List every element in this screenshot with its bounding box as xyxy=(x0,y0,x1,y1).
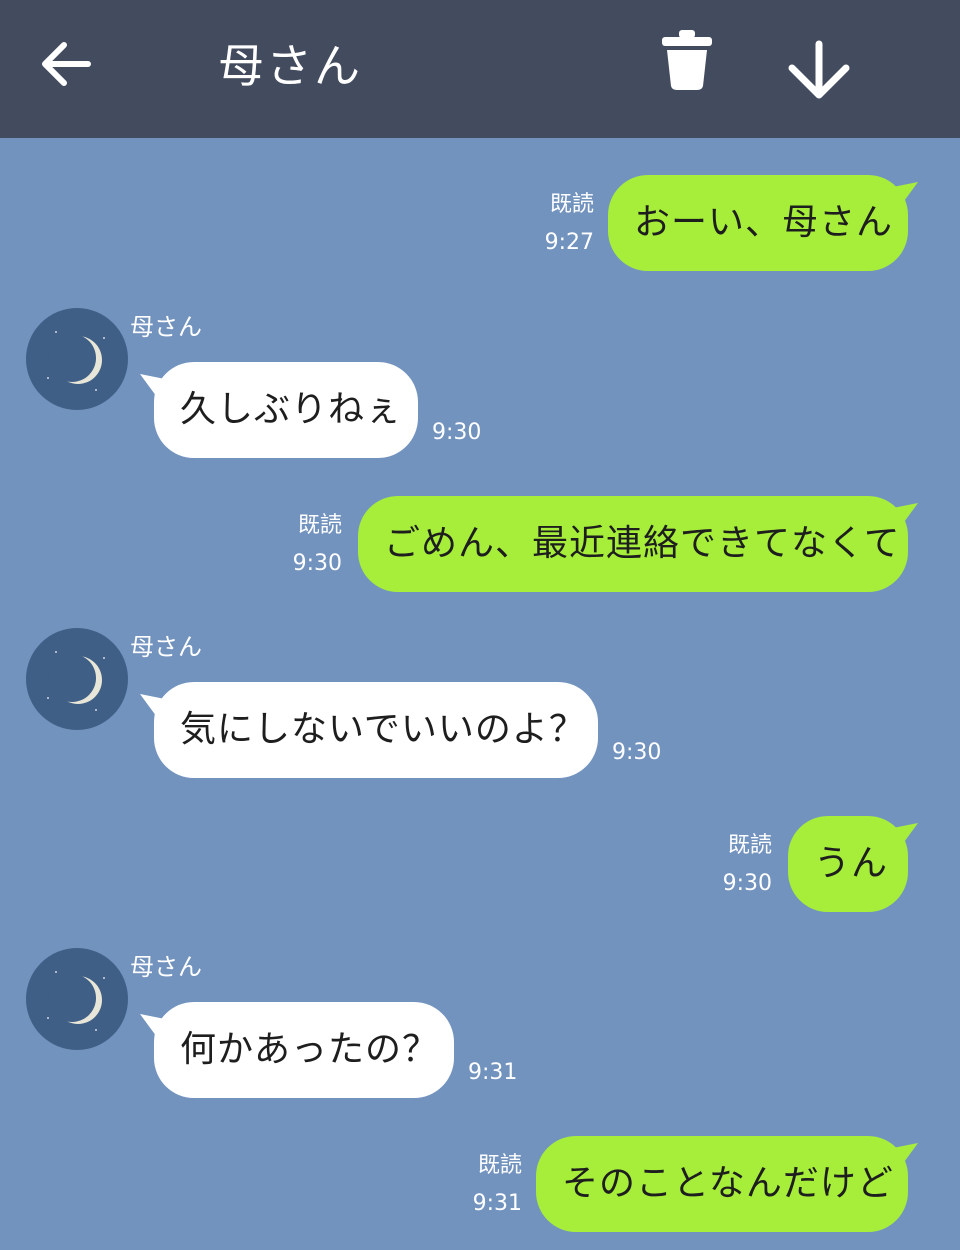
message-time: 9:31 xyxy=(472,1191,522,1216)
message-text: 何かあったの？ xyxy=(180,1029,440,1070)
incoming-message-bubble[interactable]: 何かあったの？ xyxy=(154,1002,454,1098)
message-text: うん xyxy=(814,843,889,884)
incoming-message-bubble[interactable]: 気にしないでいいのよ？ xyxy=(154,682,598,778)
message-meta: 既読 9:27 xyxy=(520,186,594,262)
read-receipt: 既読 xyxy=(727,833,772,858)
chat-title: 母さん xyxy=(218,39,362,93)
message-meta: 既読 9:30 xyxy=(268,507,342,583)
chat-header: 母さん xyxy=(0,0,960,138)
sender-name: 母さん xyxy=(130,633,202,661)
contact-avatar[interactable] xyxy=(26,948,128,1050)
message-meta: 既読 9:31 xyxy=(448,1147,522,1223)
message-text: そのことなんだけど xyxy=(562,1163,894,1204)
contact-avatar[interactable] xyxy=(26,308,128,410)
bubble-tail xyxy=(888,823,918,853)
message-time: 9:27 xyxy=(544,230,594,255)
bubble-tail xyxy=(888,503,918,533)
contact-avatar[interactable] xyxy=(26,628,128,730)
arrow-down-icon[interactable] xyxy=(786,40,852,100)
message-time: 9:30 xyxy=(612,740,662,765)
message-text: 久しぶりねぇ xyxy=(180,389,403,430)
message-text: 気にしないでいいのよ？ xyxy=(180,709,586,750)
message-time: 9:31 xyxy=(468,1060,518,1085)
outgoing-message-bubble[interactable]: おーい、母さん xyxy=(608,175,908,271)
incoming-message-bubble[interactable]: 久しぶりねぇ xyxy=(154,362,418,458)
message-text: おーい、母さん xyxy=(634,202,894,243)
trash-icon[interactable] xyxy=(660,28,714,92)
bubble-tail xyxy=(888,1143,918,1173)
sender-name: 母さん xyxy=(130,313,202,341)
read-receipt: 既読 xyxy=(297,513,342,538)
read-receipt: 既読 xyxy=(549,192,594,217)
bubble-tail xyxy=(888,182,918,212)
arrow-left-icon[interactable] xyxy=(38,36,94,92)
outgoing-message-bubble[interactable]: そのことなんだけど xyxy=(536,1136,908,1232)
message-meta: 既読 9:30 xyxy=(698,827,772,903)
message-time: 9:30 xyxy=(292,551,342,576)
message-time: 9:30 xyxy=(722,871,772,896)
read-receipt: 既読 xyxy=(477,1153,522,1178)
message-text: ごめん、最近連絡できてなくて xyxy=(384,523,901,564)
message-time: 9:30 xyxy=(432,420,482,445)
outgoing-message-bubble[interactable]: ごめん、最近連絡できてなくて xyxy=(358,496,908,592)
sender-name: 母さん xyxy=(130,953,202,981)
